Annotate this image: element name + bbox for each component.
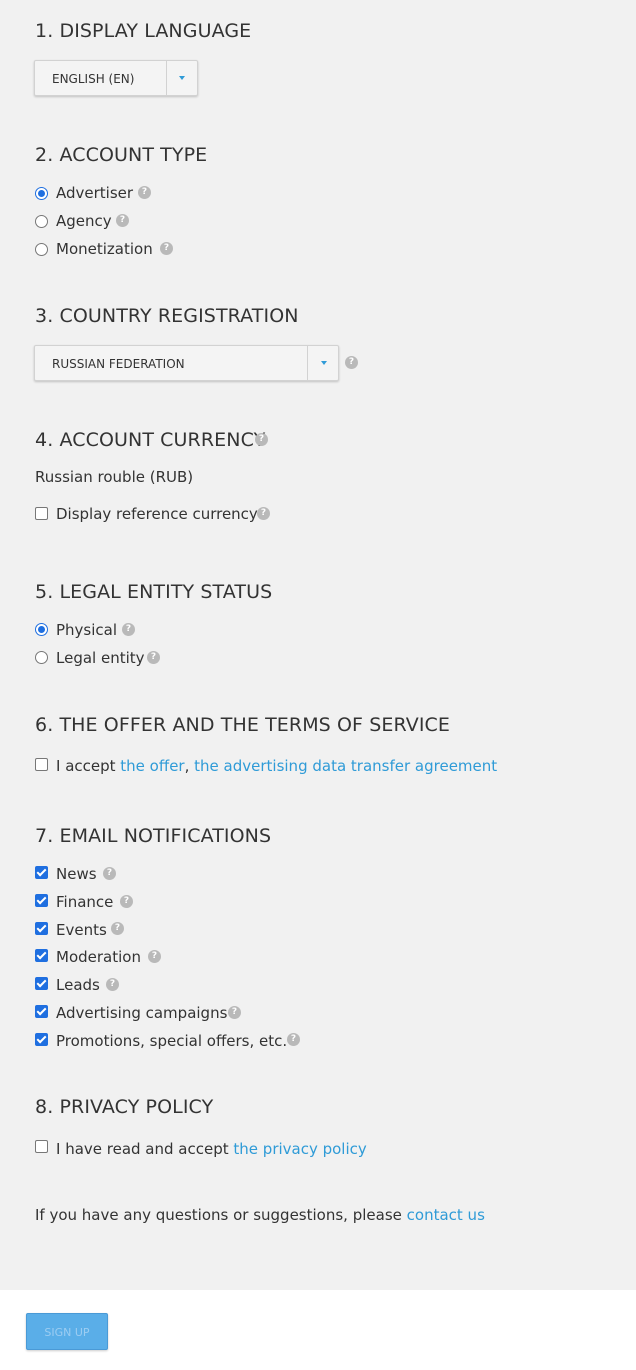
offer-accept-line: I accept the offer, the advertising data…: [56, 757, 497, 775]
radio-monetization[interactable]: [35, 243, 48, 256]
help-icon[interactable]: ?: [106, 978, 119, 991]
section-title-email-notifications: 7. EMAIL NOTIFICATIONS: [35, 825, 272, 847]
help-icon[interactable]: ?: [345, 356, 358, 369]
offer-accept-checkbox[interactable]: [35, 758, 48, 771]
help-icon[interactable]: ?: [120, 895, 133, 908]
privacy-accept-checkbox[interactable]: [35, 1140, 48, 1153]
help-icon[interactable]: ?: [111, 922, 124, 935]
help-icon[interactable]: ?: [255, 433, 268, 446]
notification-label-moderation[interactable]: Moderation: [56, 948, 141, 966]
radio-agency[interactable]: [35, 215, 48, 228]
chevron-down-icon[interactable]: [321, 361, 327, 365]
reference-currency-label[interactable]: Display reference currency: [56, 505, 258, 523]
section-title-legal-entity-status: 5. LEGAL ENTITY STATUS: [35, 581, 273, 603]
help-icon[interactable]: ?: [147, 651, 160, 664]
display-language-select[interactable]: ENGLISH (EN): [34, 60, 198, 96]
section-title-privacy-policy: 8. PRIVACY POLICY: [35, 1096, 214, 1118]
help-icon[interactable]: ?: [287, 1033, 300, 1046]
help-icon[interactable]: ?: [103, 867, 116, 880]
sign-up-button[interactable]: SIGN UP: [26, 1313, 108, 1350]
agreement-link[interactable]: the advertising data transfer agreement: [194, 757, 497, 775]
privacy-policy-link[interactable]: the privacy policy: [233, 1140, 366, 1158]
reference-currency-checkbox[interactable]: [35, 507, 48, 520]
offer-separator: ,: [184, 757, 190, 775]
radio-label-monetization[interactable]: Monetization: [56, 240, 153, 258]
country-value: RUSSIAN FEDERATION: [52, 357, 185, 371]
radio-label-agency[interactable]: Agency: [56, 212, 112, 230]
notification-checkbox-finance[interactable]: [35, 894, 48, 907]
chevron-down-icon[interactable]: [179, 76, 185, 80]
notification-checkbox-advertising-campaigns[interactable]: [35, 1005, 48, 1018]
contact-text: If you have any questions or suggestions…: [35, 1206, 402, 1224]
notification-checkbox-leads[interactable]: [35, 977, 48, 990]
radio-advertiser[interactable]: [35, 187, 48, 200]
help-icon[interactable]: ?: [116, 214, 129, 227]
section-title-account-currency: 4. ACCOUNT CURRENCY: [35, 429, 266, 451]
section-title-country-registration: 3. COUNTRY REGISTRATION: [35, 305, 299, 327]
notification-checkbox-news[interactable]: [35, 866, 48, 879]
country-select[interactable]: RUSSIAN FEDERATION: [34, 345, 339, 381]
currency-value: Russian rouble (RUB): [35, 468, 194, 486]
section-title-display-language: 1. DISPLAY LANGUAGE: [35, 20, 252, 42]
notification-checkbox-moderation[interactable]: [35, 949, 48, 962]
select-divider: [166, 61, 167, 95]
notification-label-promotions[interactable]: Promotions, special offers, etc.: [56, 1032, 287, 1050]
display-language-value: ENGLISH (EN): [52, 72, 135, 86]
offer-link[interactable]: the offer: [120, 757, 184, 775]
section-title-offer: 6. THE OFFER AND THE TERMS OF SERVICE: [35, 714, 451, 736]
section-title-account-type: 2. ACCOUNT TYPE: [35, 144, 208, 166]
radio-label-advertiser[interactable]: Advertiser: [56, 184, 133, 202]
notification-label-advertising-campaigns[interactable]: Advertising campaigns: [56, 1004, 227, 1022]
notification-label-news[interactable]: News: [56, 865, 97, 883]
contact-us-link[interactable]: contact us: [407, 1206, 485, 1224]
contact-line: If you have any questions or suggestions…: [35, 1206, 485, 1224]
help-icon[interactable]: ?: [257, 507, 270, 520]
radio-label-physical[interactable]: Physical: [56, 621, 117, 639]
notification-checkbox-promotions[interactable]: [35, 1033, 48, 1046]
radio-label-legal-entity[interactable]: Legal entity: [56, 649, 145, 667]
radio-legal-entity[interactable]: [35, 651, 48, 664]
offer-accept-prefix[interactable]: I accept: [56, 757, 116, 775]
notification-checkbox-events[interactable]: [35, 922, 48, 935]
help-icon[interactable]: ?: [228, 1006, 241, 1019]
radio-physical[interactable]: [35, 623, 48, 636]
select-divider: [307, 346, 308, 380]
help-icon[interactable]: ?: [138, 186, 151, 199]
privacy-accept-line: I have read and accept the privacy polic…: [56, 1140, 367, 1158]
notification-label-leads[interactable]: Leads: [56, 976, 100, 994]
help-icon[interactable]: ?: [122, 623, 135, 636]
notification-label-events[interactable]: Events: [56, 921, 107, 939]
help-icon[interactable]: ?: [160, 242, 173, 255]
privacy-accept-prefix[interactable]: I have read and accept: [56, 1140, 229, 1158]
help-icon[interactable]: ?: [148, 950, 161, 963]
notification-label-finance[interactable]: Finance: [56, 893, 113, 911]
signup-form: 1. DISPLAY LANGUAGE ENGLISH (EN) 2. ACCO…: [0, 0, 636, 1290]
